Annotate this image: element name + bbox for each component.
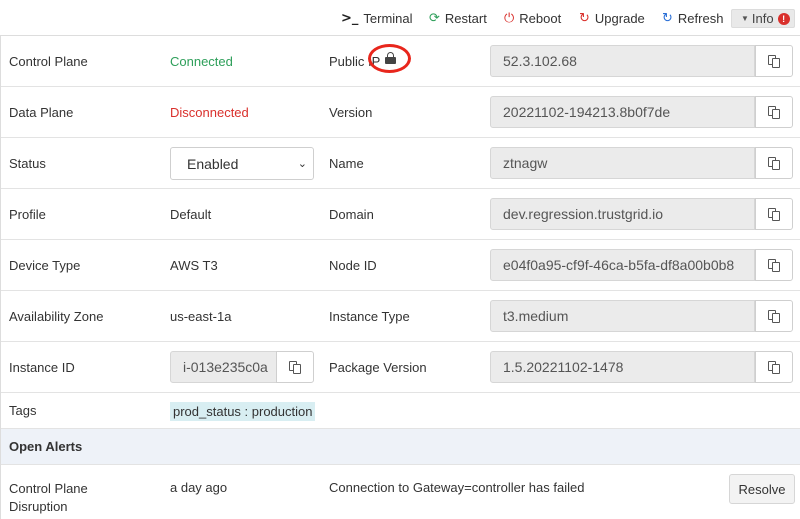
info-dropdown-button[interactable]: ▼ Info !: [731, 9, 795, 28]
copy-icon: [289, 360, 301, 374]
tag-badge: prod_status : production: [170, 402, 316, 421]
profile-value: Default: [170, 206, 212, 222]
copy-icon: [768, 258, 780, 272]
open-alerts-title: Open Alerts: [9, 439, 83, 454]
version-label: Version: [329, 104, 373, 120]
version-field[interactable]: 20221102-194213.8b0f7de: [490, 96, 755, 128]
control-plane-status: Connected: [170, 53, 233, 69]
instance-id-label: Instance ID: [9, 359, 75, 375]
row-tags: Tags prod_status : production: [1, 393, 800, 429]
device-type-value: AWS T3: [170, 257, 218, 273]
copy-icon: [768, 360, 780, 374]
node-id-label: Node ID: [329, 257, 377, 273]
copy-public-ip-button[interactable]: [755, 45, 793, 77]
restart-label: Restart: [444, 10, 487, 26]
toolbar: >_ Terminal ⟳ Restart ⏻ Reboot ↻ Upgrade…: [0, 0, 800, 36]
info-label: Info: [751, 11, 774, 26]
reboot-label: Reboot: [519, 10, 562, 26]
reboot-button[interactable]: ⏻ Reboot: [504, 8, 561, 28]
copy-instance-type-button[interactable]: [755, 300, 793, 332]
annotation-circle: [368, 44, 411, 73]
alert-badge-icon: !: [777, 12, 790, 25]
status-select[interactable]: Enabled ⌄: [170, 147, 314, 180]
copy-icon: [768, 54, 780, 68]
copy-icon: [768, 207, 780, 221]
status-label: Status: [9, 155, 46, 171]
refresh-label: Refresh: [677, 10, 724, 26]
tags-label: Tags: [9, 403, 37, 418]
copy-icon: [768, 309, 780, 323]
copy-domain-button[interactable]: [755, 198, 793, 230]
node-info-panel: Control Plane Connected Public IP 52.3.1…: [0, 35, 800, 519]
upgrade-label: Upgrade: [594, 10, 645, 26]
caret-down-icon: ▼: [741, 14, 749, 23]
row-instance-id: Instance ID i-013e235c0a Package Version…: [1, 342, 800, 393]
alert-time: a day ago: [170, 480, 228, 495]
alert-title: Control Plane Disruption: [9, 481, 88, 514]
restart-button[interactable]: ⟳ Restart: [429, 8, 487, 28]
instance-type-label: Instance Type: [329, 308, 410, 324]
profile-label: Profile: [9, 206, 46, 222]
instance-id-field[interactable]: i-013e235c0a: [170, 351, 277, 383]
device-type-label: Device Type: [9, 257, 81, 273]
name-label: Name: [329, 155, 364, 171]
row-profile: Profile Default Domain dev.regression.tr…: [1, 189, 800, 240]
domain-label: Domain: [329, 206, 374, 222]
availability-zone-value: us-east-1a: [170, 308, 232, 324]
availability-zone-label: Availability Zone: [9, 308, 104, 324]
data-plane-label: Data Plane: [9, 104, 74, 120]
public-ip-field[interactable]: 52.3.102.68: [490, 45, 755, 77]
domain-field[interactable]: dev.regression.trustgrid.io: [490, 198, 755, 230]
resolve-button[interactable]: Resolve: [729, 474, 795, 504]
terminal-icon: >_: [341, 10, 359, 26]
row-availability-zone: Availability Zone us-east-1a Instance Ty…: [1, 291, 800, 342]
upgrade-button[interactable]: ↻ Upgrade: [579, 8, 645, 28]
alert-message: Connection to Gateway=controller has fai…: [329, 480, 585, 495]
refresh-icon: ↻: [662, 10, 673, 26]
chevron-down-icon: ⌄: [297, 157, 307, 170]
copy-name-button[interactable]: [755, 147, 793, 179]
copy-instance-id-button[interactable]: [276, 351, 314, 383]
package-version-field[interactable]: 1.5.20221102-1478: [490, 351, 755, 383]
copy-node-id-button[interactable]: [755, 249, 793, 281]
open-alerts-header: Open Alerts: [1, 429, 800, 465]
node-id-field[interactable]: e04f0a95-cf9f-46ca-b5fa-df8a00b0b8: [490, 249, 755, 281]
status-selected-value: Enabled: [187, 155, 239, 172]
data-plane-status: Disconnected: [170, 104, 249, 120]
terminal-label: Terminal: [363, 10, 413, 26]
refresh-button[interactable]: ↻ Refresh: [662, 8, 723, 28]
name-field[interactable]: ztnagw: [490, 147, 755, 179]
row-status: Status Enabled ⌄ Name ztnagw: [1, 138, 800, 189]
row-data-plane: Data Plane Disconnected Version 20221102…: [1, 87, 800, 138]
row-device-type: Device Type AWS T3 Node ID e04f0a95-cf9f…: [1, 240, 800, 291]
package-version-label: Package Version: [329, 359, 427, 375]
row-control-plane: Control Plane Connected Public IP 52.3.1…: [1, 36, 800, 87]
restart-icon: ⟳: [429, 10, 440, 26]
copy-version-button[interactable]: [755, 96, 793, 128]
copy-icon: [768, 105, 780, 119]
power-icon: ⏻: [504, 10, 515, 26]
control-plane-label: Control Plane: [9, 53, 88, 69]
copy-icon: [768, 156, 780, 170]
copy-package-version-button[interactable]: [755, 351, 793, 383]
instance-type-field[interactable]: t3.medium: [490, 300, 755, 332]
alert-row: Control Plane Disruption a day ago Conne…: [1, 465, 800, 519]
terminal-button[interactable]: >_ Terminal: [341, 8, 413, 28]
upgrade-icon: ↻: [579, 10, 590, 26]
